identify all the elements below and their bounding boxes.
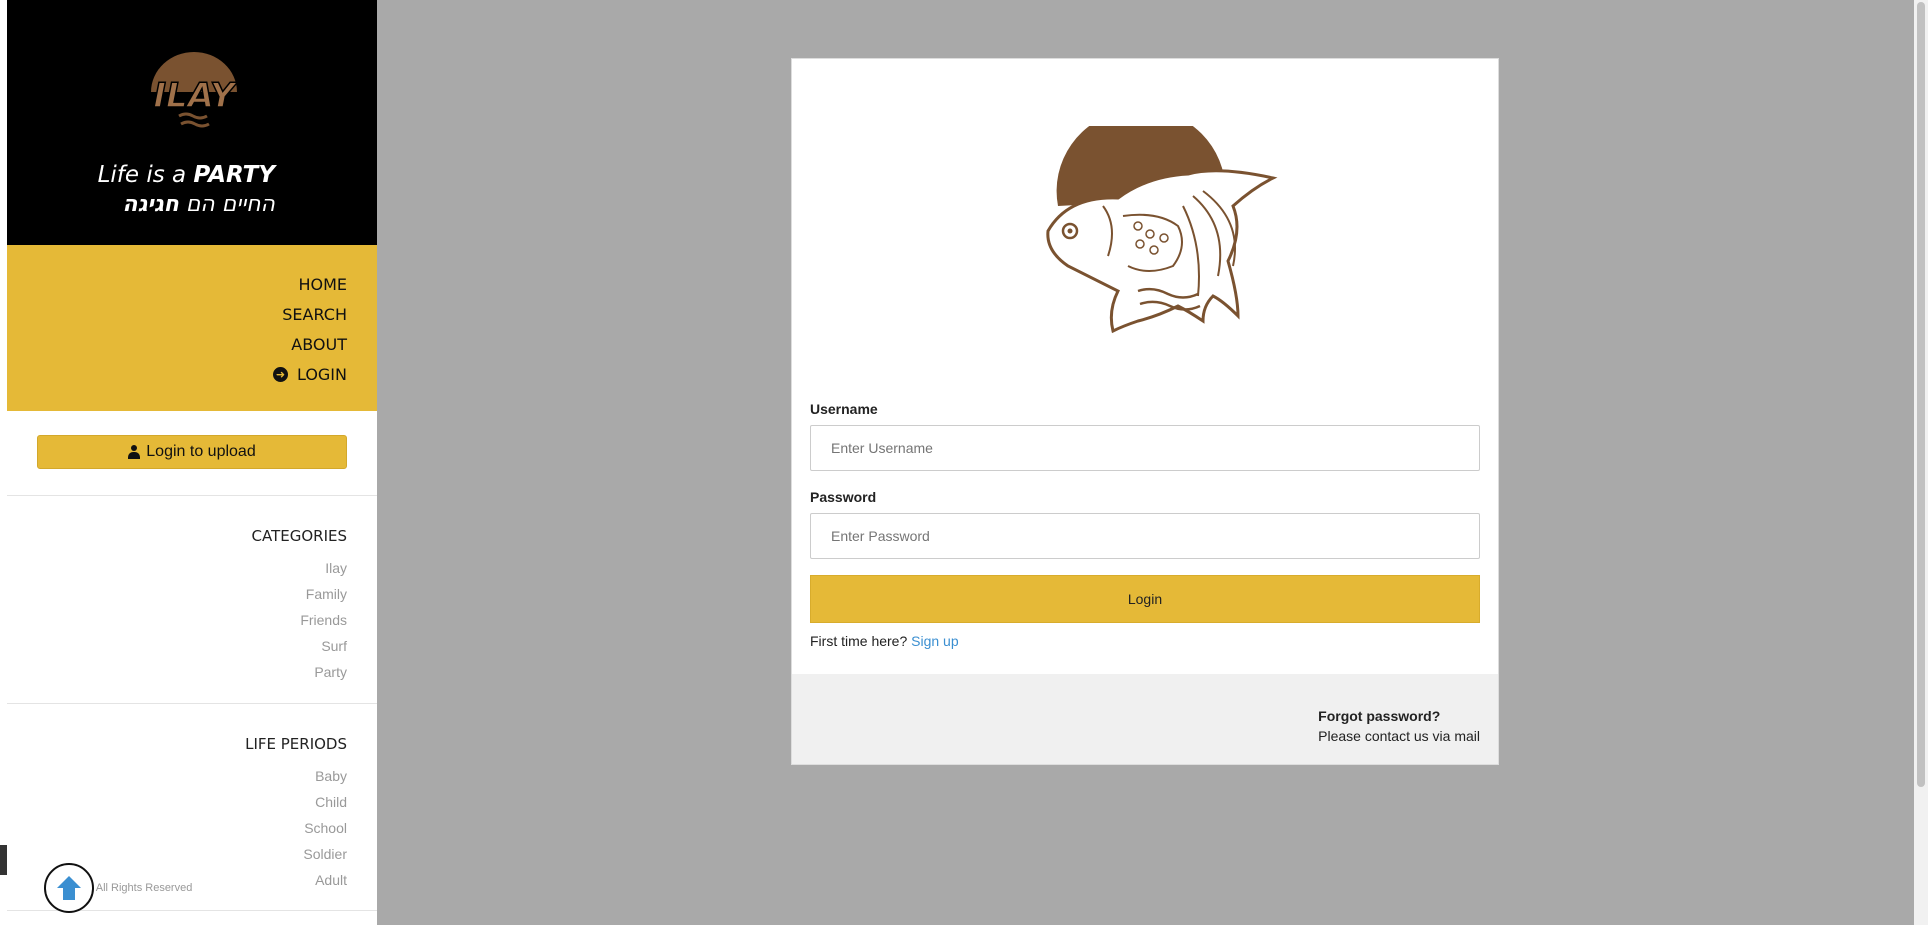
upload-button-label: Login to upload [146, 443, 256, 460]
first-time-text: First time here? [810, 633, 908, 649]
password-label: Password [810, 489, 877, 505]
forgot-password-text: Please contact us via mail [1318, 728, 1480, 744]
tagline: Life is a PARTY החיים הם חגיגה [98, 160, 275, 220]
left-edge-strip [0, 0, 7, 925]
nav-login[interactable]: ➜ LOGIN [7, 359, 377, 389]
brand-header: ILAY Life is a PARTY החיים הם חגיגה [7, 0, 377, 245]
login-to-upload-button[interactable]: Login to upload [37, 435, 347, 469]
period-item[interactable]: Baby [303, 763, 347, 789]
period-item[interactable]: Child [303, 789, 347, 815]
category-item[interactable]: Ilay [300, 555, 347, 581]
main-area: Username Password Login First time here?… [377, 0, 1914, 925]
period-item[interactable]: Soldier [303, 841, 347, 867]
page-scrollbar[interactable] [1914, 0, 1928, 925]
login-button[interactable]: Login [810, 575, 1480, 623]
arrow-up-icon [57, 876, 81, 900]
life-periods-list: Baby Child School Soldier Adult [303, 763, 347, 893]
nav-search[interactable]: SEARCH [7, 299, 377, 329]
tagline-bold: PARTY [193, 162, 275, 188]
signup-prompt: First time here? Sign up [810, 633, 1480, 649]
username-label: Username [810, 401, 878, 417]
nav-login-label: LOGIN [296, 364, 347, 384]
signup-link[interactable]: Sign up [911, 633, 958, 649]
password-input[interactable] [810, 513, 1480, 559]
nav-search-label: SEARCH [282, 304, 347, 324]
sidebar: ILAY Life is a PARTY החיים הם חגיגה HOME… [7, 0, 377, 925]
nav-about[interactable]: ABOUT [7, 329, 377, 359]
period-item[interactable]: School [303, 815, 347, 841]
modal-footer: Forgot password? Please contact us via m… [792, 674, 1498, 764]
forgot-password-title: Forgot password? [1318, 708, 1441, 724]
edge-marker [0, 845, 7, 875]
nav-home-label: HOME [298, 274, 347, 294]
forgot-password-block: Forgot password? Please contact us via m… [1318, 706, 1480, 746]
scrollbar-thumb[interactable] [1917, 2, 1925, 787]
tagline-hebrew-bold: חגיגה [122, 192, 179, 217]
period-item[interactable]: Adult [303, 867, 347, 893]
logo-text: ILAY [153, 76, 238, 116]
divider [7, 495, 377, 496]
categories-list: Ilay Family Friends Surf Party [300, 555, 347, 685]
scroll-to-top-button[interactable] [44, 863, 94, 913]
nav-home[interactable]: HOME [7, 269, 377, 299]
life-periods-heading: LIFE PERIODS [245, 735, 347, 753]
category-item[interactable]: Party [300, 659, 347, 685]
main-nav: HOME SEARCH ABOUT ➜ LOGIN [7, 245, 377, 411]
divider [7, 703, 377, 704]
login-modal: Username Password Login First time here?… [791, 58, 1499, 765]
category-item[interactable]: Family [300, 581, 347, 607]
category-item[interactable]: Surf [300, 633, 347, 659]
tagline-prefix: Life is a [97, 162, 194, 188]
nav-about-label: ABOUT [291, 334, 347, 354]
username-input[interactable] [810, 425, 1480, 471]
site-logo[interactable]: ILAY [129, 52, 259, 137]
tagline-hebrew: החיים הם [178, 192, 275, 217]
fish-logo-image [1046, 126, 1278, 334]
user-icon [128, 445, 141, 459]
login-form: Username Password Login First time here?… [810, 401, 1480, 649]
categories-heading: CATEGORIES [251, 527, 348, 545]
arrow-circle-right-icon: ➜ [272, 366, 288, 382]
category-item[interactable]: Friends [300, 607, 347, 633]
